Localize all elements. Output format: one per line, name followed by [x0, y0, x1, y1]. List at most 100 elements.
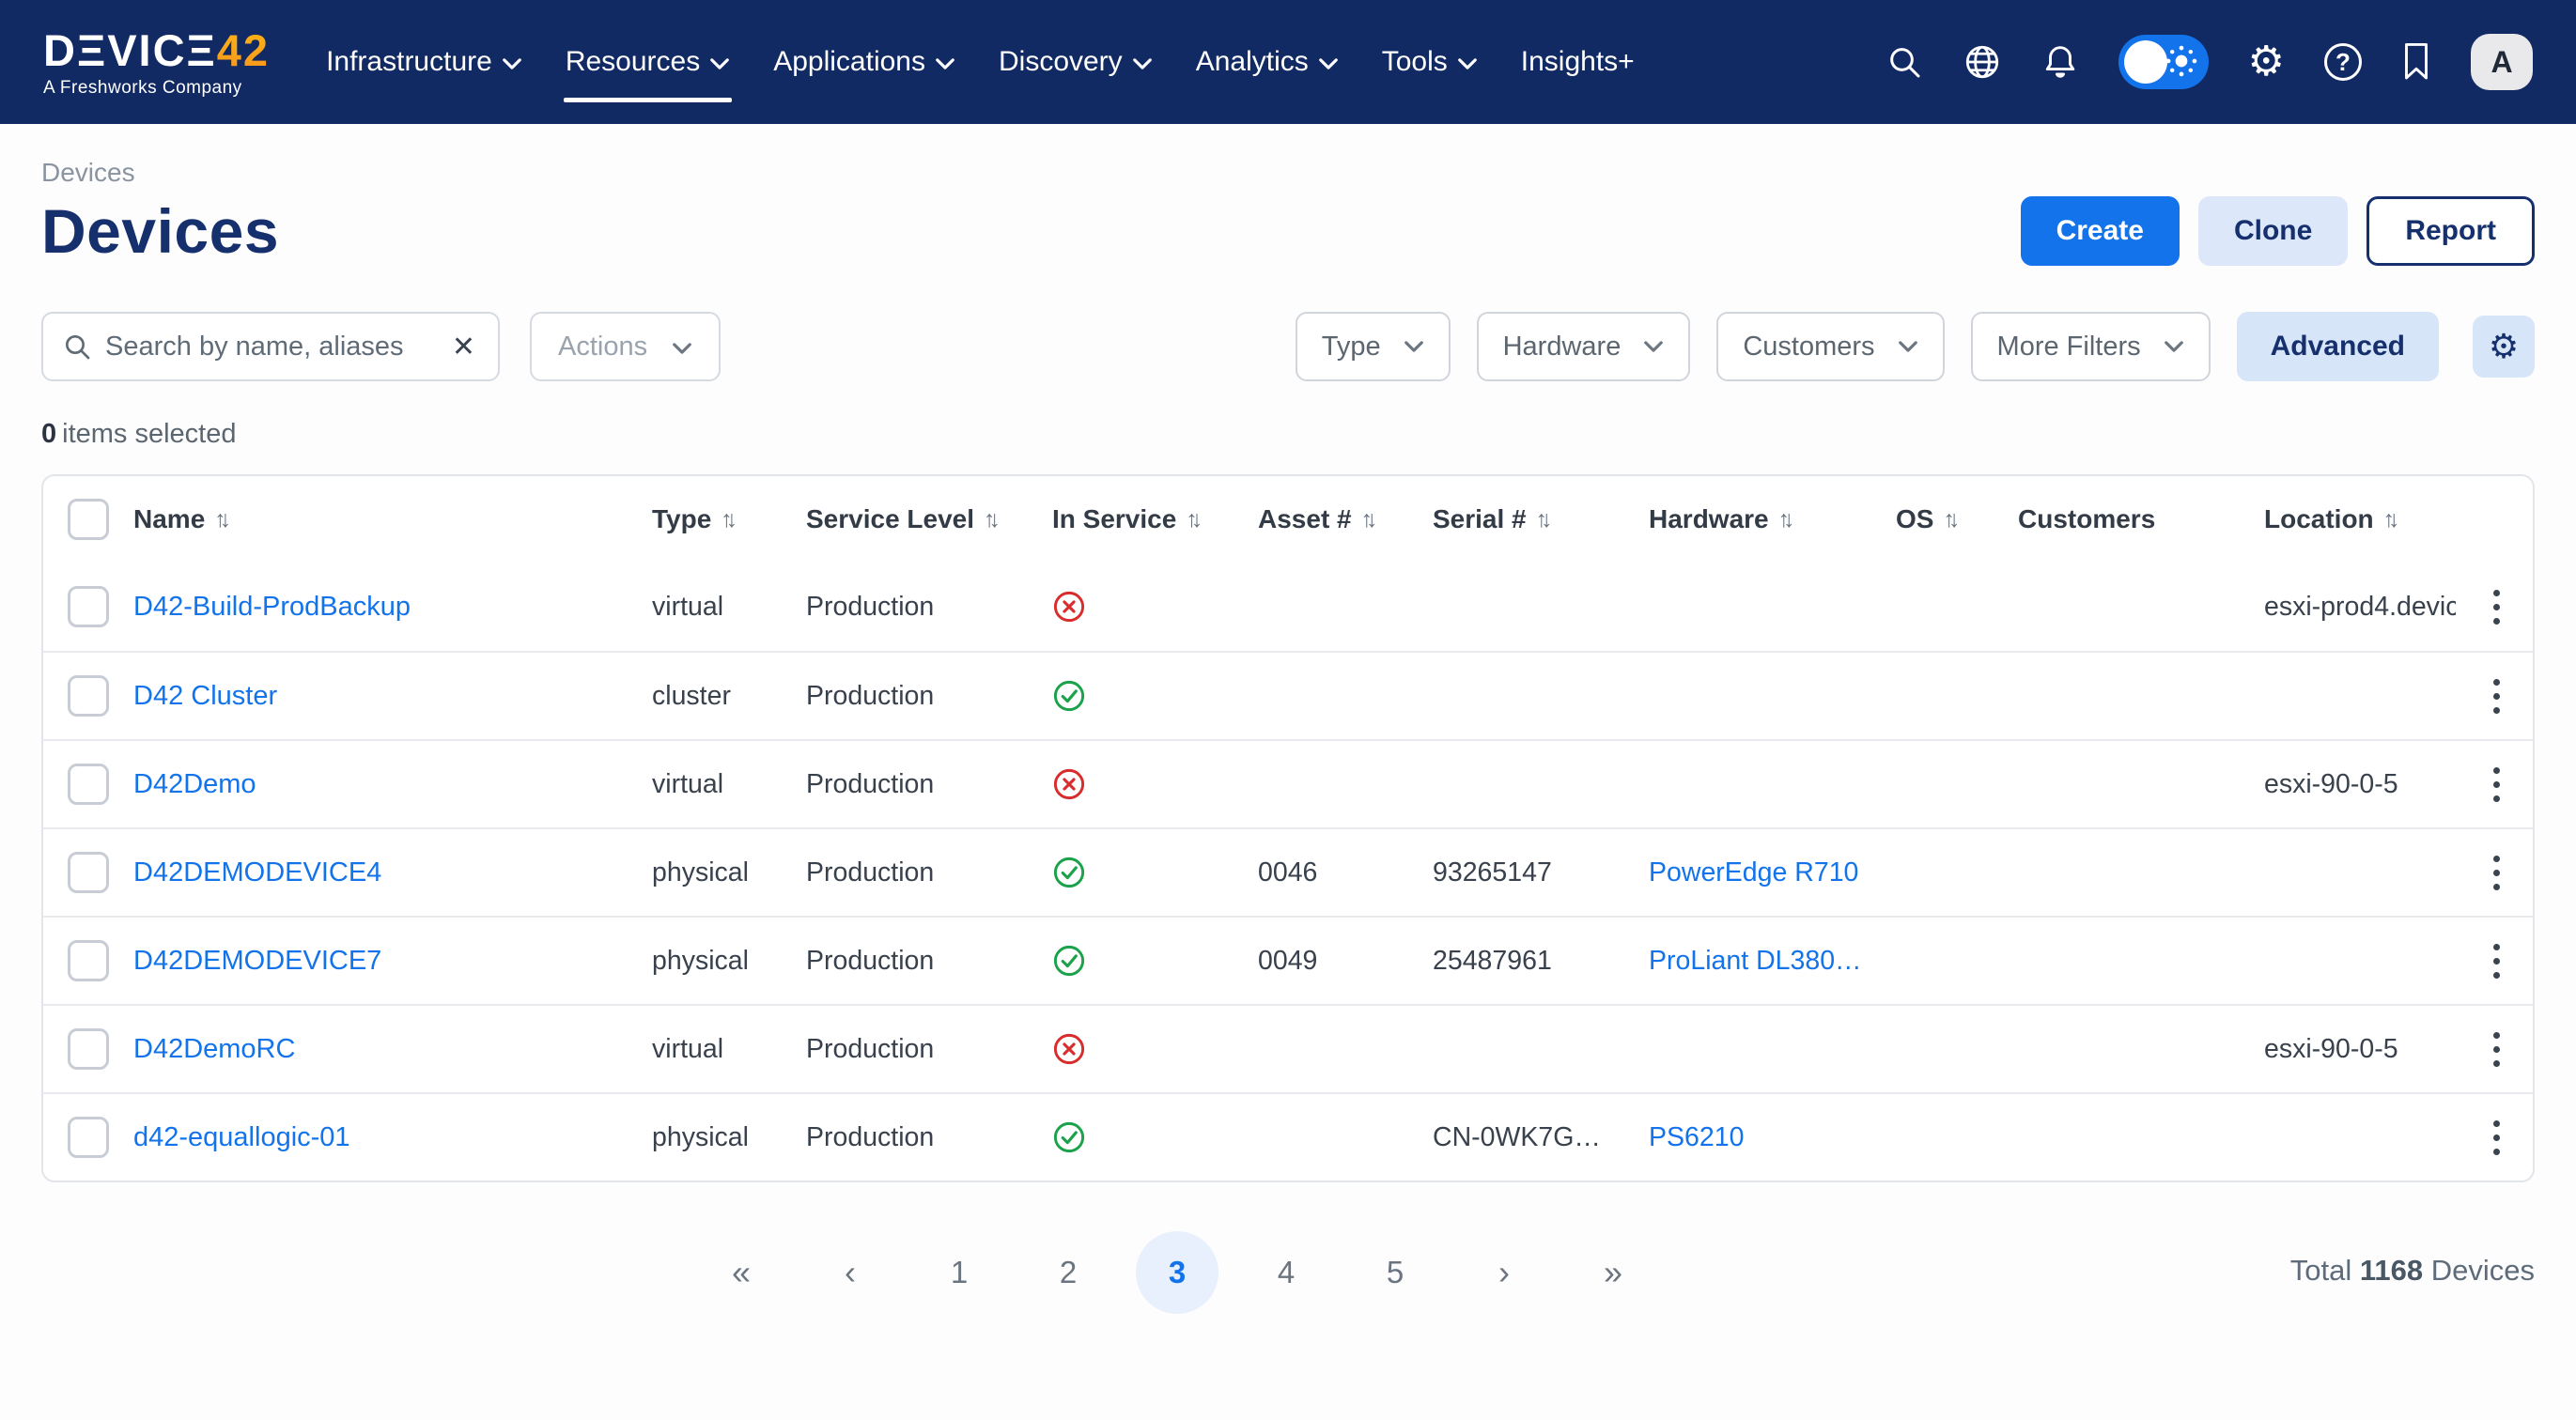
select-all-checkbox[interactable] [68, 499, 109, 540]
device-name-link[interactable]: D42-Build-ProdBackup [133, 592, 411, 622]
nav-item-label: Discovery [999, 46, 1123, 78]
pagination-last[interactable]: » [1572, 1231, 1654, 1314]
column-header-customers: Customers [2018, 504, 2264, 534]
page-title: Devices [41, 195, 279, 267]
sort-icon[interactable]: ↑↓ [984, 506, 1001, 533]
device42-logo[interactable]: DΞVICΞ42 A Freshworks Company [43, 28, 270, 97]
filter-hardware[interactable]: Hardware [1477, 312, 1691, 381]
row-checkbox[interactable] [68, 940, 109, 981]
row-checkbox[interactable] [68, 675, 109, 717]
clear-search-icon[interactable]: ✕ [448, 331, 479, 363]
advanced-filters-button[interactable]: Advanced [2237, 312, 2439, 381]
row-checkbox[interactable] [68, 586, 109, 627]
nav-item-tools[interactable]: Tools [1367, 33, 1493, 91]
sort-icon[interactable]: ↑↓ [1536, 506, 1553, 533]
row-checkbox[interactable] [68, 1117, 109, 1158]
row-checkbox[interactable] [68, 1028, 109, 1070]
device-name-link[interactable]: D42 Cluster [133, 681, 277, 711]
sort-icon[interactable]: ↑↓ [721, 506, 737, 533]
nav-item-infrastructure[interactable]: Infrastructure [311, 33, 537, 91]
nav-item-analytics[interactable]: Analytics [1181, 33, 1354, 91]
type-cell: cluster [652, 681, 806, 712]
search-input[interactable] [105, 332, 435, 363]
nav-item-discovery[interactable]: Discovery [984, 33, 1168, 91]
device-name-link[interactable]: D42DEMODEVICE7 [133, 946, 381, 976]
main-content: Devices Devices Create Clone Report ✕ Ac… [0, 158, 2576, 1316]
actions-dropdown[interactable]: Actions [530, 312, 721, 381]
type-cell: physical [652, 946, 806, 977]
sort-icon[interactable]: ↑↓ [2383, 506, 2400, 533]
hardware-link[interactable]: ProLiant DL380… [1649, 946, 1862, 976]
device-name-link[interactable]: D42DEMODEVICE4 [133, 857, 381, 888]
clone-button[interactable]: Clone [2198, 196, 2348, 266]
service-level-cell: Production [806, 1122, 1052, 1153]
table-settings-button[interactable]: ⚙ [2473, 316, 2535, 378]
nav-item-label: Tools [1382, 46, 1448, 78]
nav-item-applications[interactable]: Applications [758, 33, 970, 91]
row-checkbox[interactable] [68, 852, 109, 893]
chevron-down-icon [502, 57, 522, 70]
row-menu-kebab-icon[interactable] [2456, 846, 2535, 900]
pagination-page-3[interactable]: 3 [1136, 1231, 1218, 1314]
location-cell: esxi-prod4.devic [2264, 592, 2456, 623]
search-box: ✕ [41, 312, 500, 381]
chevron-down-icon [1898, 340, 1918, 353]
row-menu-kebab-icon[interactable] [2456, 580, 2535, 634]
service-level-cell: Production [806, 1034, 1052, 1065]
globe-icon[interactable] [1963, 42, 2002, 82]
in-service-cell [1052, 767, 1258, 801]
total-devices-text: Total 1168 Devices [2290, 1254, 2535, 1288]
nav-item-insights-[interactable]: Insights+ [1506, 33, 1650, 91]
sort-icon[interactable]: ↑↓ [214, 506, 231, 533]
notifications-bell-icon[interactable] [2041, 42, 2079, 82]
row-checkbox[interactable] [68, 764, 109, 805]
breadcrumb[interactable]: Devices [41, 158, 2535, 188]
device-name-link[interactable]: D42Demo [133, 769, 256, 799]
device-name-link[interactable]: d42-equallogic-01 [133, 1122, 350, 1152]
column-header-name: Name↑↓ [133, 504, 652, 534]
serial-cell: CN-0WK7G… [1433, 1122, 1649, 1153]
user-avatar[interactable]: A [2471, 34, 2533, 90]
filter-customers[interactable]: Customers [1716, 312, 1944, 381]
nav-item-label: Resources [566, 46, 700, 78]
type-cell: physical [652, 1122, 806, 1153]
service-level-cell: Production [806, 769, 1052, 800]
device-name-link[interactable]: D42DemoRC [133, 1034, 295, 1064]
column-label: Type [652, 504, 711, 534]
help-icon[interactable]: ? [2324, 43, 2362, 81]
hardware-link[interactable]: PowerEdge R710 [1649, 857, 1858, 888]
theme-toggle[interactable] [2118, 35, 2209, 89]
devices-table: Name↑↓Type↑↓Service Level↑↓In Service↑↓A… [41, 474, 2535, 1182]
row-menu-kebab-icon[interactable] [2456, 758, 2535, 811]
create-button[interactable]: Create [2021, 196, 2180, 266]
filter-more-filters[interactable]: More Filters [1971, 312, 2211, 381]
pagination-next[interactable]: › [1463, 1231, 1545, 1314]
sort-icon[interactable]: ↑↓ [1778, 506, 1795, 533]
row-menu-kebab-icon[interactable] [2456, 1111, 2535, 1165]
filter-type[interactable]: Type [1296, 312, 1451, 381]
pagination-prev[interactable]: ‹ [809, 1231, 892, 1314]
search-icon[interactable] [1885, 43, 1923, 81]
table-header-row: Name↑↓Type↑↓Service Level↑↓In Service↑↓A… [43, 476, 2533, 563]
chevron-down-icon [1318, 57, 1339, 70]
nav-item-resources[interactable]: Resources [551, 33, 745, 91]
bookmark-icon[interactable] [2401, 42, 2431, 82]
pagination-page-2[interactable]: 2 [1027, 1231, 1110, 1314]
hardware-link[interactable]: PS6210 [1649, 1122, 1744, 1152]
pagination-page-1[interactable]: 1 [918, 1231, 1001, 1314]
sort-icon[interactable]: ↑↓ [1361, 506, 1378, 533]
column-label: Service Level [806, 504, 974, 534]
report-button[interactable]: Report [2367, 196, 2535, 266]
settings-gear-icon[interactable]: ⚙ [2248, 41, 2285, 83]
sort-icon[interactable]: ↑↓ [1186, 506, 1203, 533]
type-cell: virtual [652, 1034, 806, 1065]
row-menu-kebab-icon[interactable] [2456, 1023, 2535, 1076]
pagination-first[interactable]: « [700, 1231, 783, 1314]
pagination-page-4[interactable]: 4 [1245, 1231, 1327, 1314]
sort-icon[interactable]: ↑↓ [1943, 506, 1960, 533]
row-menu-kebab-icon[interactable] [2456, 670, 2535, 723]
navbar-right-icons: ⚙ ? A [1885, 34, 2533, 90]
table-row: d42-equallogic-01 physical Production CN… [43, 1092, 2533, 1181]
row-menu-kebab-icon[interactable] [2456, 934, 2535, 988]
pagination-page-5[interactable]: 5 [1354, 1231, 1436, 1314]
